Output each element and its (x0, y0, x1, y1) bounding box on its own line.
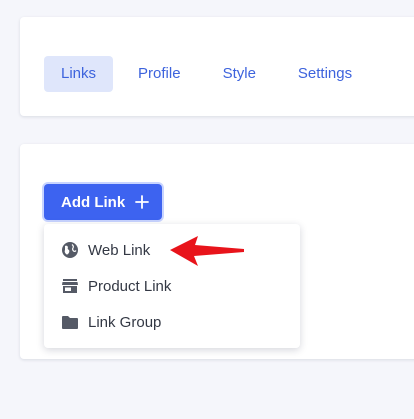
tab-settings[interactable]: Settings (281, 56, 369, 92)
menu-item-label: Product Link (88, 277, 172, 295)
tab-links[interactable]: Links (44, 56, 114, 92)
folder-icon (62, 316, 78, 329)
tab-bar: Links Profile Style Settings (44, 56, 377, 92)
menu-item-product-link[interactable]: Product Link (44, 268, 300, 304)
menu-item-label: Web Link (88, 241, 151, 259)
menu-item-link-group[interactable]: Link Group (44, 304, 300, 340)
globe-icon (62, 242, 78, 258)
menu-item-label: Link Group (88, 313, 162, 331)
tab-profile[interactable]: Profile (121, 56, 198, 92)
add-link-button[interactable]: Add Link (44, 184, 162, 220)
plus-icon (135, 195, 149, 209)
annotation-arrow-icon (170, 236, 244, 266)
add-link-label: Add Link (61, 193, 126, 211)
store-icon (62, 279, 78, 293)
navigation-card: Links Profile Style Settings (20, 17, 414, 116)
tab-style[interactable]: Style (206, 56, 273, 92)
